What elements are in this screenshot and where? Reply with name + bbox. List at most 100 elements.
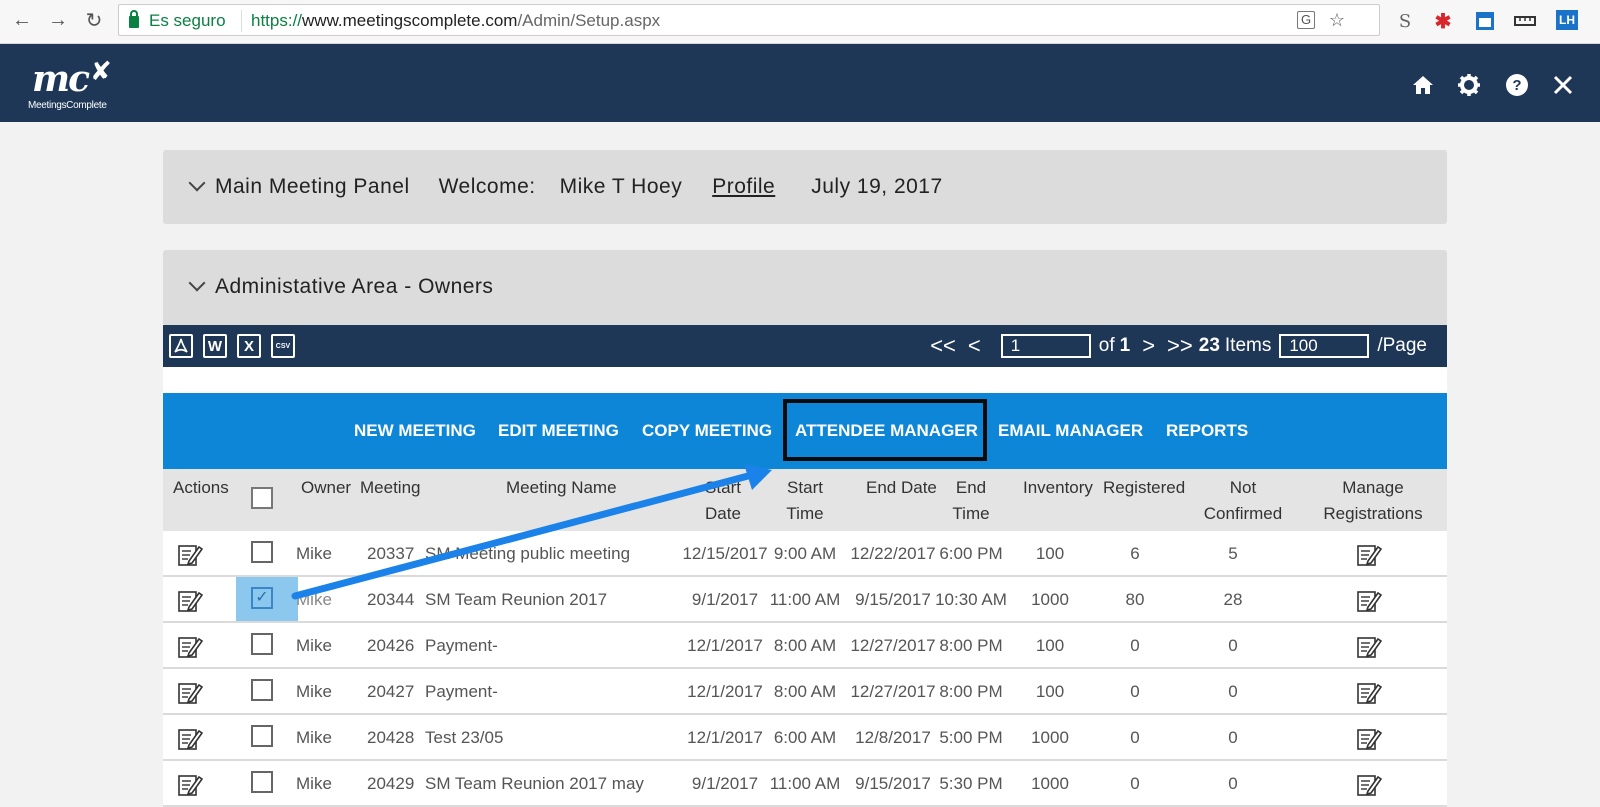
row-checkbox[interactable] (251, 771, 273, 793)
total-pages: 1 (1119, 335, 1131, 356)
table-row[interactable]: Mike 20429 SM Team Reunion 2017 may 9/1/201… (163, 761, 1447, 807)
help-icon[interactable]: ? (1504, 72, 1530, 98)
manage-registrations-icon[interactable] (1356, 587, 1383, 613)
main-panel-header[interactable]: Main Meeting Panel Welcome: Mike T Hoey … (188, 174, 943, 199)
translate-icon[interactable]: G (1297, 11, 1315, 29)
new-meeting-button[interactable]: NEW MEETING (354, 421, 476, 441)
meeting-name-cell: Test 23/05 (425, 728, 504, 747)
row-checkbox[interactable] (251, 633, 273, 655)
col-meeting-name: Meeting Name (506, 478, 617, 497)
manage-registrations-icon[interactable] (1356, 633, 1383, 659)
meetingscomplete-logo[interactable]: mc ✘ MeetingsComplete (28, 56, 128, 112)
home-icon[interactable] (1410, 72, 1436, 98)
table-row[interactable]: Mike 20428 Test 23/05 12/1/2017 6:00 AM 12/8/… (163, 715, 1447, 761)
back-icon[interactable]: ← (10, 8, 34, 32)
address-bar[interactable]: Es seguro https://www.meetingscomplete.c… (118, 4, 1380, 36)
email-manager-button[interactable]: EMAIL MANAGER (998, 421, 1143, 441)
row-checkbox[interactable] (251, 541, 273, 563)
extension-window-icon[interactable] (1474, 10, 1496, 32)
extension-asterisk-icon[interactable]: ✱ (1432, 10, 1454, 33)
pdf-export-icon[interactable] (169, 334, 193, 358)
start-time-cell: 11:00 AM (769, 590, 841, 609)
edit-icon[interactable] (177, 633, 204, 659)
manage-registrations-icon[interactable] (1356, 725, 1383, 751)
page-number-input[interactable]: 1 (1000, 334, 1091, 358)
url-host: www.meetingscomplete.com (302, 11, 518, 30)
inventory-cell: 100 (1035, 544, 1065, 563)
chevron-down-icon[interactable] (188, 274, 206, 292)
toolbar-spacer (163, 367, 1447, 393)
admin-panel-title: Administative Area - Owners (215, 275, 494, 298)
extension-ruler-icon[interactable] (1514, 10, 1536, 32)
star-icon[interactable]: ☆ (1327, 10, 1347, 30)
owner-cell: Mike (296, 682, 332, 701)
meeting-name-cell: SM Team Reunion 2017 (425, 590, 608, 609)
col-start-date-line1: Start (705, 478, 741, 497)
inventory-cell: 1000 (1031, 590, 1069, 609)
edit-icon[interactable] (177, 725, 204, 751)
edit-icon[interactable] (177, 587, 204, 613)
url-scheme: https:// (251, 11, 303, 30)
not-confirmed-cell: 0 (1228, 682, 1238, 701)
forward-icon[interactable]: → (46, 8, 70, 32)
row-checkbox[interactable] (251, 679, 273, 701)
row-checkbox[interactable]: ✓ (251, 587, 273, 609)
next-page-button[interactable]: > (1142, 333, 1155, 359)
edit-meeting-button[interactable]: EDIT MEETING (498, 421, 619, 441)
first-page-button[interactable]: << (930, 333, 956, 359)
table-row[interactable]: Mike 20426 Payment- 12/1/2017 8:00 AM 12/27/2… (163, 623, 1447, 669)
reports-button[interactable]: REPORTS (1166, 421, 1248, 441)
start-date-cell: 12/1/2017 (687, 636, 763, 655)
end-date-cell: 12/22/2017 (850, 544, 936, 563)
svg-text:?: ? (1512, 77, 1521, 94)
csv-export-icon[interactable]: CSV (271, 334, 295, 358)
admin-panel-header[interactable]: Administative Area - Owners (188, 274, 494, 299)
select-all-checkbox[interactable] (251, 487, 273, 509)
table-row[interactable]: ✓ Mike 20344 SM Team Reunion 2017 9/1/2017 11… (163, 577, 1447, 623)
inventory-cell: 100 (1035, 636, 1065, 655)
meeting-id-cell: 20337 (367, 544, 415, 563)
profile-link[interactable]: Profile (712, 175, 775, 199)
edit-icon[interactable] (177, 541, 204, 567)
edit-icon[interactable] (177, 679, 204, 705)
items-count: 23 (1198, 335, 1220, 356)
start-date-cell: 12/1/2017 (687, 682, 763, 701)
end-date-cell: 9/15/2017 (855, 774, 931, 793)
word-export-icon[interactable]: W (203, 334, 227, 358)
current-date: July 19, 2017 (811, 175, 943, 198)
reload-icon[interactable]: ↻ (82, 8, 106, 32)
extension-s-icon[interactable]: S (1394, 10, 1416, 32)
extension-lh-icon[interactable]: LH (1556, 10, 1578, 30)
end-time-cell: 5:30 PM (939, 774, 1003, 793)
admin-area-panel: Administative Area - Owners (163, 250, 1447, 326)
security-indicator[interactable]: Es seguro (129, 10, 226, 31)
chevron-down-icon[interactable] (188, 174, 206, 192)
edit-icon[interactable] (177, 771, 204, 797)
table-row[interactable]: Mike 20427 Payment- 12/1/2017 8:00 AM 12/27/2… (163, 669, 1447, 715)
registered-cell: 0 (1130, 728, 1140, 747)
col-start-date-line2: Date (705, 504, 741, 523)
row-checkbox[interactable] (251, 725, 273, 747)
not-confirmed-cell: 0 (1228, 728, 1238, 747)
start-time-cell: 8:00 AM (773, 636, 837, 655)
col-end-time-line1: End (955, 478, 987, 497)
owner-cell: Mike (296, 590, 332, 609)
excel-export-icon[interactable]: X (237, 334, 261, 358)
close-icon[interactable] (1550, 72, 1576, 98)
per-page-label: /Page (1377, 335, 1427, 356)
table-row[interactable]: Mike 20337 SM Meeting public meeting 12/15/… (163, 531, 1447, 577)
url-text[interactable]: https://www.meetingscomplete.com/Admin/S… (251, 11, 660, 31)
prev-page-button[interactable]: < (968, 333, 981, 359)
page-size-input[interactable]: 100 (1279, 334, 1370, 358)
col-actions: Actions (173, 478, 229, 497)
not-confirmed-cell: 28 (1223, 590, 1243, 609)
col-not-confirmed-line2: Confirmed (1203, 504, 1283, 523)
copy-meeting-button[interactable]: COPY MEETING (642, 421, 772, 441)
manage-registrations-icon[interactable] (1356, 541, 1383, 567)
manage-registrations-icon[interactable] (1356, 771, 1383, 797)
gear-icon[interactable] (1456, 72, 1482, 98)
manage-registrations-icon[interactable] (1356, 679, 1383, 705)
start-time-cell: 11:00 AM (769, 774, 841, 793)
last-page-button[interactable]: >> (1167, 333, 1193, 359)
meeting-name-cell: SM Team Reunion 2017 may (425, 774, 644, 793)
